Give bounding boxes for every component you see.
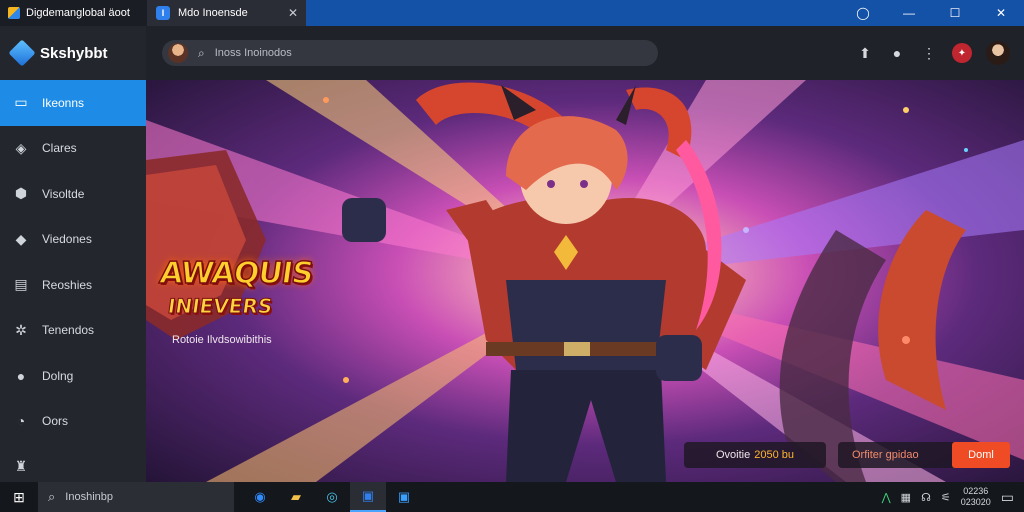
sidebar-item-label: Dolng: [42, 368, 74, 383]
home-icon: ▭: [14, 94, 28, 111]
top-actions: ⬆ ● ⋮ ✦: [856, 41, 1010, 65]
edge-icon[interactable]: ◉: [242, 482, 278, 512]
notification-center-icon[interactable]: ▭: [1001, 489, 1014, 506]
sidebar-item-label: Tenendos: [42, 323, 95, 338]
sidebar-item-shield[interactable]: ⬢ Visoltde: [0, 171, 146, 217]
close-button[interactable]: ✕: [978, 0, 1024, 26]
tab-active-page[interactable]: I Mdo Inoensde ✕: [148, 0, 306, 26]
tray-headset-icon[interactable]: ☊: [921, 491, 931, 504]
game-logo-title: AWAQUIS: [157, 255, 316, 292]
promo-badge[interactable]: Ovoitie 2050 bu: [684, 442, 826, 468]
game-logo-subtitle: INIEVERS: [166, 294, 275, 319]
sidebar-item-windows[interactable]: ▤ Reoshies: [0, 262, 146, 308]
cta-panel: Orfiter gpidao Doml: [838, 442, 1010, 468]
app-logo-icon: [8, 39, 36, 67]
app-brand[interactable]: Skshybbt: [0, 26, 146, 80]
system-tray: ⋀ ▦ ☊ ⚟ 02236 023020 ▭: [882, 486, 1014, 508]
window-icon: ▤: [14, 276, 28, 293]
games-icon: ◈: [15, 139, 27, 156]
sidebar-item-location[interactable]: ● Dolng: [0, 353, 146, 399]
search-icon: ⌕: [48, 489, 56, 504]
search-icon: ⌕: [198, 45, 205, 60]
sidebar-item-videos[interactable]: ◆ Viedones: [0, 217, 146, 263]
sidebar-item-label: Reoshies: [42, 277, 93, 292]
video-icon: ◆: [15, 230, 27, 247]
sidebar-item-label: Oors: [42, 414, 69, 429]
sidebar-item-games[interactable]: ◈ Clares: [0, 126, 146, 172]
clock-date: 023020: [960, 497, 991, 507]
clock-time: 02236: [963, 486, 989, 496]
page-icon: I: [156, 6, 170, 20]
hero-banner[interactable]: AWAQUIS INIEVERS Rotoie Ilvdsowibithis O…: [146, 80, 1024, 482]
store-icon[interactable]: ▣: [386, 482, 422, 512]
chat-icon[interactable]: ●: [888, 45, 906, 61]
app-icon[interactable]: ▣: [350, 482, 386, 512]
gear-icon: ✲: [15, 321, 27, 338]
close-tab-icon[interactable]: ✕: [288, 6, 298, 20]
shield-icon: ⬢: [14, 185, 28, 202]
cta-button[interactable]: Doml: [952, 442, 1010, 468]
promo-value: 2050 bu: [754, 449, 794, 461]
tab-launcher[interactable]: Digdemanglobal äoot: [0, 0, 148, 26]
app-name: Skshybbt: [40, 44, 108, 62]
sidebar-item-label: Viedones: [42, 232, 92, 247]
upload-icon[interactable]: ⬆: [856, 45, 874, 62]
clock-icon: ◔: [16, 413, 26, 430]
sidebar-item-home[interactable]: ▭ Ikeonns: [0, 80, 146, 126]
tray-volume-icon[interactable]: ⚟: [941, 491, 951, 504]
account-circle-icon[interactable]: ◯: [840, 0, 886, 26]
sidebar-item-settings[interactable]: ✲ Tenendos: [0, 308, 146, 354]
window-controls: ◯ — ☐ ✕: [840, 0, 1024, 26]
tab-title: Digdemanglobal äoot: [26, 7, 130, 19]
maximize-button[interactable]: ☐: [932, 0, 978, 26]
taskbar: ⊞ ⌕ Inoshinbp ◉ ▰ ◎ ▣ ▣ ⋀ ▦ ☊ ⚟ 02236 02…: [0, 482, 1024, 512]
tray-network-icon[interactable]: ▦: [901, 491, 911, 504]
sidebar: Skshybbt ▭ Ikeonns ◈ Clares ⬢ Visoltde ◆…: [0, 26, 146, 482]
tab-title: Mdo Inoensde: [178, 7, 248, 19]
windows-start-icon[interactable]: ⊞: [0, 482, 38, 512]
folder-icon[interactable]: ▰: [278, 482, 314, 512]
top-bar: ⌕ Inoss Inoinodos ⬆ ● ⋮ ✦: [146, 26, 1024, 80]
taskbar-apps: ◉ ▰ ◎ ▣ ▣: [242, 482, 422, 512]
notification-badge-icon[interactable]: ✦: [952, 43, 972, 63]
launcher-icon: [8, 7, 20, 19]
taskbar-search[interactable]: ⌕ Inoshinbp: [38, 482, 234, 512]
location-icon: ●: [16, 367, 26, 384]
sidebar-item-label: Ikeonns: [42, 95, 85, 110]
user-avatar[interactable]: [986, 41, 1010, 65]
taskbar-search-text: Inoshinbp: [65, 491, 113, 503]
hero-tagline: Rotoie Ilvdsowibithis: [172, 334, 272, 346]
minimize-button[interactable]: —: [886, 0, 932, 26]
sidebar-item-clock[interactable]: ◔ Oors: [0, 399, 146, 445]
title-bar: Digdemanglobal äoot I Mdo Inoensde ✕ ◯ —…: [0, 0, 1024, 26]
tray-up-icon[interactable]: ⋀: [882, 491, 891, 504]
search-input[interactable]: Inoss Inoinodos: [215, 47, 292, 59]
trophy-icon: ♜: [14, 458, 28, 475]
cta-label: Orfiter gpidao: [852, 449, 919, 461]
media-icon[interactable]: ◎: [314, 482, 350, 512]
more-icon[interactable]: ⋮: [920, 45, 938, 62]
promo-label: Ovoitie: [715, 449, 751, 461]
sidebar-item-label: Visoltde: [42, 186, 85, 201]
sidebar-item-label: Clares: [42, 141, 77, 156]
taskbar-clock[interactable]: 02236 023020: [961, 486, 991, 508]
avatar[interactable]: [168, 43, 188, 63]
search-bar[interactable]: ⌕ Inoss Inoinodos: [162, 40, 658, 66]
